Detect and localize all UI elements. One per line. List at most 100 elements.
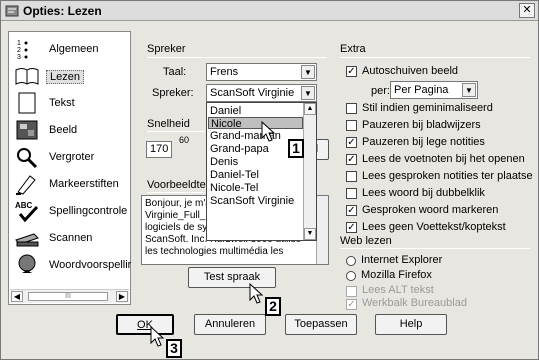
spreker-label: Spreker: [152, 87, 194, 99]
per-select[interactable]: Per Pagina ▼ [390, 81, 478, 99]
scanner-icon [15, 233, 39, 247]
taal-select[interactable]: Frens ▼ [206, 63, 317, 81]
svg-text:ABC: ABC [15, 201, 33, 210]
title-bar: Opties: Lezen ✕ [1, 1, 538, 21]
list-item[interactable]: Daniel [208, 105, 303, 117]
sidebar-item-beeld[interactable]: Beeld [11, 117, 129, 143]
callout-1: 1 [288, 139, 304, 158]
option-label: Pauzeren bij bladwijzers [362, 119, 481, 131]
apply-label: Toepassen [294, 318, 348, 330]
option-label: Gesproken woord markeren [362, 204, 499, 216]
sample-text-scrollbar[interactable] [316, 196, 328, 264]
per-label: per: [371, 85, 390, 97]
voorbeeld-label: Voorbeeldtek [147, 179, 212, 191]
sidebar-item-algemeen[interactable]: 1 2 3 Algemeen [11, 36, 129, 62]
sidebar-item-spellingcontrole[interactable]: ABC Spellingcontrole [11, 198, 129, 224]
option-label: Lees woord bij dubbelklik [362, 187, 485, 199]
window-title: Opties: Lezen [23, 4, 102, 18]
option-checkbox[interactable]: ✓ [346, 154, 357, 165]
option-checkbox[interactable]: ✓ [346, 222, 357, 233]
app-icon [5, 5, 19, 17]
sidebar-item-markeerstiften[interactable]: Markeerstiften [11, 171, 129, 197]
spreker-select[interactable]: ScanSoft Virginie ▼ [206, 84, 317, 102]
radio-label: Internet Explorer [361, 254, 443, 266]
scroll-right-arrow-icon[interactable]: ▶ [116, 291, 128, 302]
sidebar-horizontal-scrollbar[interactable]: ◀ III ▶ [10, 289, 129, 303]
option-checkbox[interactable] [346, 120, 357, 131]
disabled-label: Lees ALT tekst [362, 284, 434, 296]
spreker-group-title: Spreker [147, 43, 186, 55]
spellcheck-icon: ABC [15, 201, 39, 223]
scroll-down-arrow-icon[interactable]: ▼ [304, 228, 316, 240]
globe-icon [18, 254, 36, 273]
snelheid-value-field[interactable]: 170 [146, 141, 172, 158]
numbered-list-icon: 1 2 3 [17, 40, 28, 61]
sidebar-item-label: Beeld [49, 124, 78, 136]
sidebar-item-vergroter[interactable]: Vergroter [11, 144, 129, 170]
radio-label: Mozilla Firefox [361, 269, 432, 281]
image-icon [16, 120, 38, 140]
list-item[interactable]: Daniel-Tel [208, 169, 303, 181]
help-button[interactable]: Help [375, 314, 447, 335]
sidebar-item-label: Spellingcontrole [49, 205, 128, 217]
internet-explorer-radio[interactable] [346, 256, 356, 266]
help-label: Help [399, 318, 423, 330]
document-icon [18, 92, 36, 114]
list-item[interactable]: Nicole-Tel [208, 182, 303, 194]
mozilla-firefox-radio[interactable] [346, 271, 356, 281]
option-checkbox[interactable] [346, 171, 357, 182]
option-checkbox[interactable] [346, 188, 357, 199]
voorbeeld-divider [147, 192, 205, 193]
sidebar-item-scannen[interactable]: Scannen [11, 225, 129, 251]
sidebar-item-lezen[interactable]: Lezen [11, 63, 129, 89]
option-checkbox[interactable]: ✓ [346, 205, 357, 216]
apply-button[interactable]: Toepassen [285, 314, 357, 335]
cancel-label: Annuleren [204, 318, 256, 330]
option-label: Lees gesproken notities ter plaatse [362, 170, 533, 182]
mouse-pointer-icon [150, 326, 165, 347]
werkbalk-checkbox[interactable]: ✓ [346, 299, 357, 310]
list-item-highlighted[interactable]: Nicole [208, 117, 303, 130]
sidebar-item-label: Markeerstiften [49, 178, 119, 190]
chevron-down-icon[interactable]: ▼ [462, 83, 476, 97]
sidebar-item-label: Lezen [46, 70, 84, 84]
options-dialog: Opties: Lezen ✕ 1 2 3 Algemeen Lezen Tek… [0, 0, 539, 360]
sidebar-item-label: Tekst [49, 97, 75, 109]
option-checkbox[interactable] [346, 103, 357, 114]
dropdown-scrollbar[interactable]: ▲ ▼ [303, 103, 316, 240]
scroll-thumb[interactable]: III [28, 292, 108, 301]
sidebar-item-label: Vergroter [49, 151, 95, 163]
snelheid-label: Snelheid [147, 118, 190, 130]
sidebar-item-tekst[interactable]: Tekst [11, 90, 129, 116]
callout-2: 2 [265, 297, 281, 316]
svg-text:3: 3 [17, 54, 21, 61]
svg-text:1: 1 [17, 40, 21, 47]
chevron-down-icon[interactable]: ▼ [301, 65, 315, 79]
highlighter-icon [16, 175, 36, 195]
magnifier-icon [17, 148, 38, 169]
category-sidebar: 1 2 3 Algemeen Lezen Tekst Beeld Vergrot… [8, 31, 131, 305]
alt-text-checkbox[interactable] [346, 286, 357, 297]
taal-label: Taal: [163, 66, 187, 78]
autoschuiven-label: Autoschuiven beeld [362, 65, 459, 77]
sidebar-item-label: Scannen [49, 232, 93, 244]
svg-text:2: 2 [17, 47, 21, 54]
autoschuiven-checkbox[interactable]: ✓ [346, 66, 357, 77]
snelheid-divider [147, 131, 205, 132]
cancel-button[interactable]: Annuleren [194, 314, 266, 335]
extra-divider [340, 57, 530, 58]
list-item[interactable]: ScanSoft Virginie [208, 195, 303, 207]
taal-value: Frens [210, 66, 239, 78]
option-label: Lees de voetnoten bij het openen [362, 153, 525, 165]
chevron-down-icon[interactable]: ▼ [301, 86, 315, 100]
option-checkbox[interactable]: ✓ [346, 137, 357, 148]
sidebar-item-woordvoorspelling[interactable]: Woordvoorspellir [11, 252, 132, 278]
sidebar-item-label: Woordvoorspellir [49, 259, 132, 271]
extra-group-title: Extra [340, 43, 366, 55]
spreker-divider [147, 57, 327, 58]
snelheid-tick-label: 60 [179, 135, 190, 145]
scroll-up-arrow-icon[interactable]: ▲ [304, 103, 316, 115]
disabled-label: Werkbalk Bureaublad [362, 297, 467, 309]
close-button[interactable]: ✕ [519, 3, 535, 18]
scroll-left-arrow-icon[interactable]: ◀ [11, 291, 23, 302]
